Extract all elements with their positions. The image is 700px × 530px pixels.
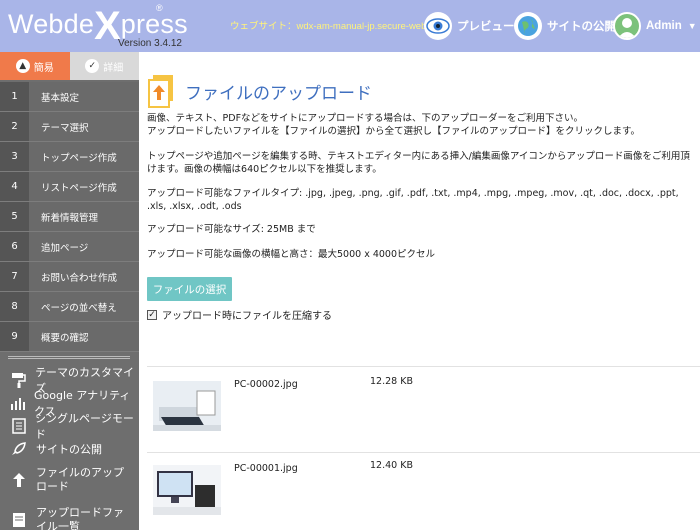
mode-detail-tab[interactable]: ✓ 詳細 <box>69 52 139 80</box>
file-thumbnail <box>153 465 221 515</box>
choose-file-button[interactable]: ファイルの選択 <box>147 277 232 301</box>
sidebar-item-list-page[interactable]: 4 リストページ作成 <box>0 172 139 202</box>
document-icon <box>10 417 27 434</box>
sidebar-item-news[interactable]: 5 新着情報管理 <box>0 202 139 232</box>
step-label: お問い合わせ作成 <box>41 272 118 284</box>
step-number: 7 <box>0 262 29 291</box>
step-number: 5 <box>0 202 29 231</box>
chevron-down-icon: ▼ <box>687 21 697 31</box>
step-label: テーマ選択 <box>41 122 89 134</box>
logo-main: Webde <box>8 9 95 39</box>
preview-label: プレビュー <box>457 21 515 33</box>
version-label: Version 3.4.12 <box>118 38 182 49</box>
page-title: ファイルのアップロード <box>185 83 372 104</box>
compress-label: アップロード時にファイルを圧縮する <box>162 311 332 322</box>
sidebar-item-file-upload[interactable]: ファイルのアップロード <box>0 460 139 500</box>
tool-label: シングルページモード <box>35 411 134 441</box>
gear-icon: ✓ <box>85 59 100 73</box>
compress-option[interactable]: ✓ アップロード時にファイルを圧縮する <box>147 307 332 322</box>
file-size: 12.28 KB <box>370 376 413 387</box>
user-icon: ▲ <box>15 59 30 73</box>
tool-list: テーマのカスタマイズ Google アナリティクス シングルページモード サイト… <box>0 366 139 530</box>
publish-site-button[interactable]: サイトの公開 <box>514 11 616 41</box>
sidebar-item-page-order[interactable]: 8 ページの並べ替え <box>0 292 139 322</box>
step-number: 2 <box>0 112 29 141</box>
globe-icon <box>514 12 542 40</box>
list-item[interactable]: PC-00001.jpg 12.40 KB <box>147 452 700 530</box>
mode-switch: ▲ 簡易 ✓ 詳細 <box>0 52 139 80</box>
logo-registered: ® <box>156 3 163 13</box>
intro-text-2: アップロードしたいファイルを【ファイルの選択】から全て選択し【ファイルのアップロ… <box>147 126 641 137</box>
sidebar-item-theme-select[interactable]: 2 テーマ選択 <box>0 112 139 142</box>
step-label: ページの並べ替え <box>41 302 117 314</box>
upload-icon <box>10 472 28 488</box>
page-header: ファイルのアップロード <box>147 74 372 108</box>
admin-menu[interactable]: Admin ▼ <box>613 11 697 41</box>
sidebar-divider <box>8 356 130 359</box>
step-number: 6 <box>0 232 29 261</box>
file-types-text: アップロード可能なファイルタイプ: .jpg, .jpeg, .png, .gi… <box>147 188 679 212</box>
step-label: トップページ作成 <box>41 152 117 164</box>
max-size-text: アップロード可能なサイズ: 25MB まで <box>147 224 316 235</box>
step-label: 追加ページ <box>41 242 89 254</box>
top-header: WebdeXpress ® Version 3.4.12 ウェブサイト：wdx-… <box>0 0 700 52</box>
file-name: PC-00002.jpg <box>234 379 298 390</box>
tool-label: アップロードファイル一覧 <box>36 506 124 530</box>
list-item[interactable]: PC-00002.jpg 12.28 KB <box>147 366 700 452</box>
file-size: 12.40 KB <box>370 460 413 471</box>
step-number: 4 <box>0 172 29 201</box>
step-label: 基本設定 <box>41 92 80 104</box>
sidebar-item-uploaded-files[interactable]: アップロードファイル一覧 <box>0 500 139 530</box>
file-thumbnail <box>153 381 221 431</box>
bar-chart-icon <box>10 396 26 410</box>
step-label: 新着情報管理 <box>41 212 99 224</box>
tool-label: サイトの公開 <box>36 442 102 456</box>
website-link[interactable]: ウェブサイト：wdx-am-manual-jp.secure-web.jp <box>230 18 436 32</box>
step-number: 3 <box>0 142 29 171</box>
sidebar-item-basic-settings[interactable]: 1 基本設定 <box>0 82 139 112</box>
mode-simple-tab[interactable]: ▲ 簡易 <box>0 52 70 80</box>
step-label: 概要の確認 <box>41 332 89 344</box>
tool-label: ファイルのアップロード <box>36 466 124 493</box>
step-number: 1 <box>0 82 29 111</box>
admin-label: Admin <box>646 20 682 32</box>
uploaded-file-list: PC-00002.jpg 12.28 KB PC-00001.jpg 12.40… <box>147 366 700 530</box>
paint-roller-icon <box>10 372 27 388</box>
publish-label: サイトの公開 <box>547 21 616 33</box>
logo-rest: press <box>120 9 188 39</box>
file-name: PC-00001.jpg <box>234 463 298 474</box>
eye-icon <box>424 12 452 40</box>
editor-text: トップページや追加ページを編集する時、テキストエディター内にある挿入/編集画像ア… <box>147 151 690 175</box>
logo-x: X <box>94 4 121 48</box>
intro-text-1: 画像、テキスト、PDFなどをサイトにアップロードする場合は、下のアップローダーを… <box>147 113 584 124</box>
sidebar-item-additional-page[interactable]: 6 追加ページ <box>0 232 139 262</box>
step-number: 9 <box>0 322 29 351</box>
mode-simple-label: 簡易 <box>33 62 54 74</box>
mode-detail-label: 詳細 <box>103 62 124 74</box>
sidebar-item-contact[interactable]: 7 お問い合わせ作成 <box>0 262 139 292</box>
preview-button[interactable]: プレビュー <box>424 11 515 41</box>
step-label: リストページ作成 <box>41 182 117 194</box>
upload-file-icon <box>147 74 175 108</box>
rocket-icon <box>10 441 28 457</box>
max-dimensions-text: アップロード可能な画像の横幅と高さ：最大5000 x 4000ピクセル <box>147 249 436 260</box>
step-list: 1 基本設定 2 テーマ選択 3 トップページ作成 4 リストページ作成 5 新着情報管理… <box>0 82 139 352</box>
compress-checkbox[interactable]: ✓ <box>147 309 157 320</box>
sidebar-item-overview[interactable]: 9 概要の確認 <box>0 322 139 352</box>
step-number: 8 <box>0 292 29 321</box>
sidebar-item-single-page[interactable]: シングルページモード <box>0 412 139 441</box>
avatar <box>613 12 641 40</box>
sidebar-item-top-page[interactable]: 3 トップページ作成 <box>0 142 139 172</box>
file-list-icon <box>10 512 28 528</box>
